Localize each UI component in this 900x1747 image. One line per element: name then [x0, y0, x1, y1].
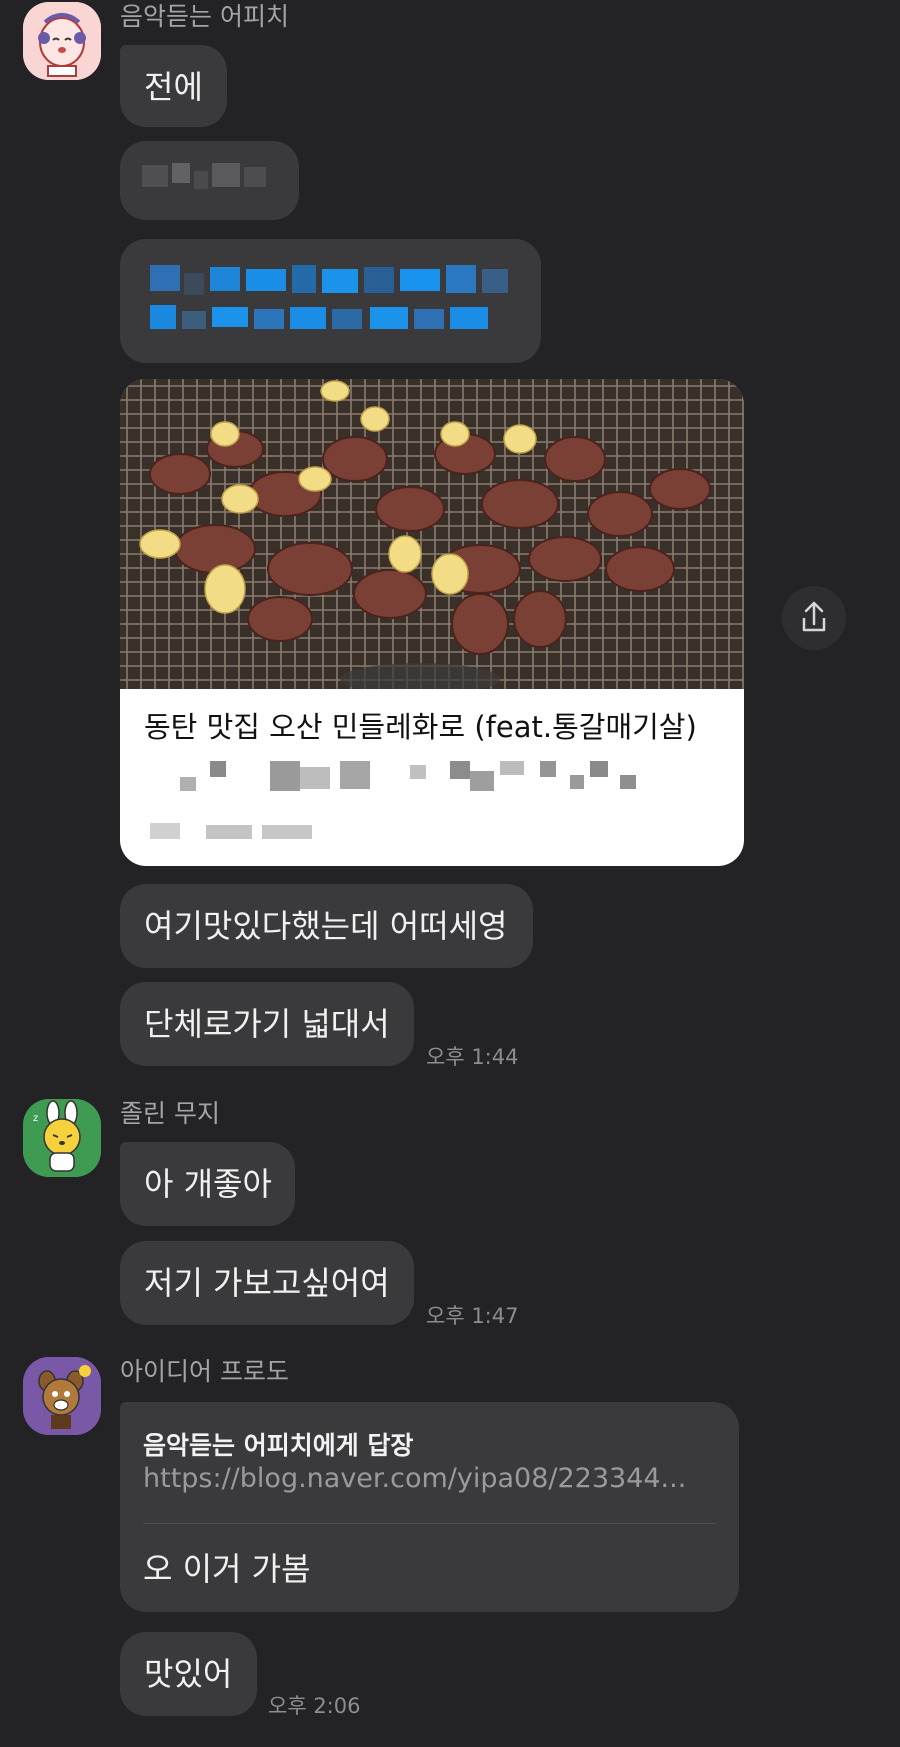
frodo-avatar[interactable] — [23, 1357, 101, 1435]
sender-name: 아이디어 프로도 — [120, 1357, 289, 1386]
message-text: 아 개좋아 — [144, 1165, 272, 1203]
message-text: 저기 가보고싶어여 — [144, 1264, 390, 1302]
message-text: 단체로가기 넓대서 — [144, 1005, 390, 1043]
reply-target-label: 음악듣는 어피치에게 답장 — [143, 1431, 414, 1460]
redacted-link-url — [150, 823, 350, 841]
message-time: 오후 1:44 — [426, 1045, 519, 1069]
link-preview-title: 동탄 맛집 오산 민들레화로 (feat.통갈매기살) — [144, 710, 697, 744]
reply-divider — [143, 1523, 716, 1524]
redacted-link-description — [150, 761, 710, 791]
muzi-avatar[interactable]: z — [23, 1099, 101, 1177]
apeach-icon — [23, 2, 101, 80]
link-preview-card[interactable]: 동탄 맛집 오산 민들레화로 (feat.통갈매기살) — [120, 379, 744, 866]
reply-message-bubble[interactable]: 음악듣는 어피치에게 답장 https://blog.naver.com/yip… — [120, 1402, 739, 1612]
message-bubble[interactable]: 아 개좋아 — [120, 1142, 295, 1226]
svg-text:z: z — [33, 1113, 38, 1124]
link-preview-image — [120, 379, 744, 695]
message-text: 여기맛있다했는데 어떠세영 — [144, 907, 508, 945]
redacted-message-bubble[interactable] — [120, 239, 541, 363]
message-text: 맛있어 — [144, 1655, 233, 1693]
share-icon — [802, 601, 826, 632]
apeach-avatar[interactable] — [23, 2, 101, 80]
message-text: 오 이거 가봄 — [143, 1550, 311, 1588]
message-time: 오후 2:06 — [268, 1694, 361, 1718]
share-button[interactable] — [782, 586, 846, 650]
frodo-icon — [23, 1357, 101, 1435]
message-bubble[interactable]: 저기 가보고싶어여 — [120, 1241, 414, 1325]
message-bubble[interactable]: 여기맛있다했는데 어떠세영 — [120, 884, 533, 968]
reply-quoted-link[interactable]: https://blog.naver.com/yipa08/223344... — [143, 1463, 703, 1494]
sender-name: 음악듣는 어피치 — [120, 2, 289, 31]
message-bubble[interactable]: 전에 — [120, 45, 227, 127]
message-text: 전에 — [144, 68, 203, 106]
message-bubble[interactable]: 맛있어 — [120, 1632, 257, 1716]
message-bubble[interactable]: 단체로가기 넓대서 — [120, 982, 414, 1066]
redacted-message-bubble[interactable] — [120, 141, 299, 220]
message-time: 오후 1:47 — [426, 1304, 519, 1328]
sender-name: 졸린 무지 — [120, 1099, 220, 1128]
muzi-icon: z — [23, 1099, 101, 1177]
